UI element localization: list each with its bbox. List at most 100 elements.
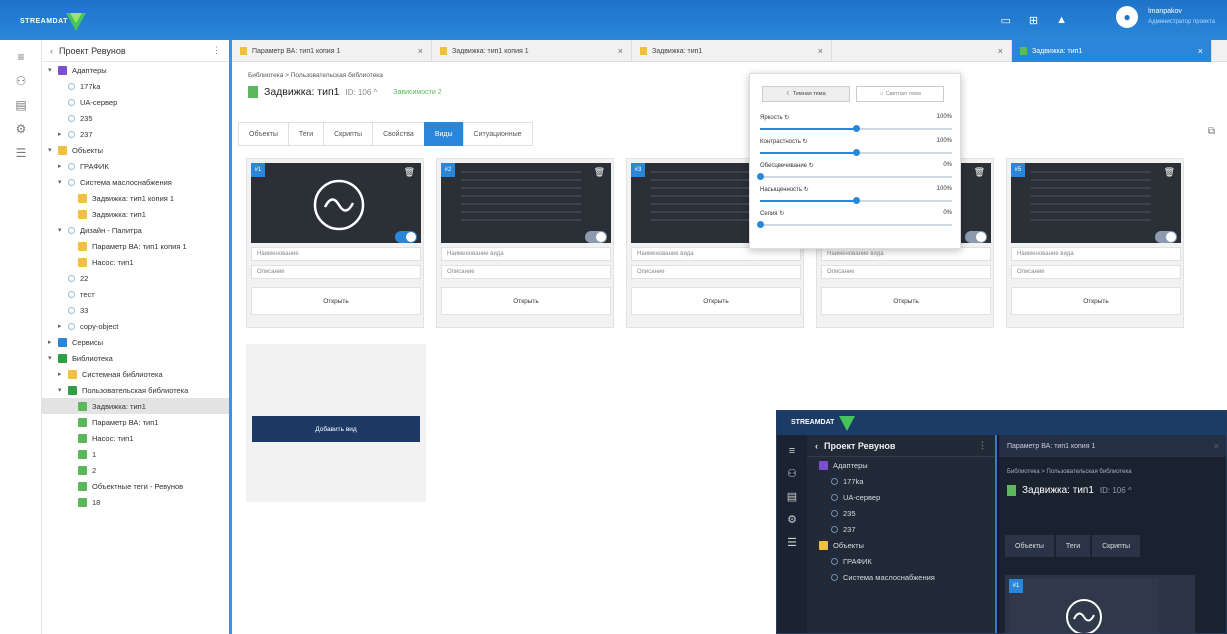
slider-knob[interactable]: [757, 173, 764, 180]
section-tab[interactable]: Скрипты: [323, 122, 373, 146]
dark-section-tab[interactable]: Скрипты: [1092, 535, 1141, 557]
open-view-button[interactable]: Открыть: [441, 287, 611, 315]
reset-icon[interactable]: ↻: [809, 163, 814, 169]
dark-tree-node[interactable]: 237: [807, 521, 995, 537]
expand-arrow-icon[interactable]: ▾: [48, 146, 58, 154]
object-id[interactable]: ID: 106 ^: [345, 88, 377, 97]
dark-section-tab[interactable]: Теги: [1055, 535, 1091, 557]
view-toggle[interactable]: [585, 231, 607, 243]
trash-icon[interactable]: 🗑: [1164, 167, 1175, 178]
menu-icon[interactable]: ≡: [0, 50, 42, 64]
tree-node[interactable]: ▾ Библиотека: [42, 350, 229, 366]
tree-node[interactable]: 33: [42, 302, 229, 318]
section-tab[interactable]: Виды: [423, 122, 463, 146]
slider-knob[interactable]: [853, 149, 860, 156]
tree-node[interactable]: ▾ Пользовательская библиотека: [42, 382, 229, 398]
tree-node[interactable]: ▾ Объекты: [42, 142, 229, 158]
open-view-button[interactable]: Открыть: [251, 287, 421, 315]
expand-arrow-icon[interactable]: ▸: [58, 322, 68, 330]
view-name-field[interactable]: Наименование вида: [821, 247, 991, 261]
tree-node[interactable]: ▾ Адаптеры: [42, 62, 229, 78]
view-name-field[interactable]: Наименование вида: [1011, 247, 1181, 261]
tree-node[interactable]: 177ka: [42, 78, 229, 94]
filter-slider[interactable]: Обесцвечивание ↻ 0%: [757, 162, 952, 186]
reset-icon[interactable]: ↻: [779, 211, 784, 217]
tree-node[interactable]: 2: [42, 462, 229, 478]
tree-node[interactable]: ▸ copy-object: [42, 318, 229, 334]
filter-slider[interactable]: Контрастность ↻ 100%: [760, 138, 952, 162]
tab[interactable]: ×: [832, 40, 1012, 62]
view-preview[interactable]: #1 🗑: [251, 163, 421, 243]
monitor-icon[interactable]: ▭: [1000, 14, 1010, 27]
dark-tree-node[interactable]: 177ka: [807, 473, 995, 489]
trash-icon[interactable]: 🗑: [974, 167, 985, 178]
dark-view-preview[interactable]: #1: [1009, 579, 1159, 633]
tree-node[interactable]: Задвижка: тип1: [42, 398, 229, 414]
dark-tab[interactable]: Параметр ВА: тип1 копия 1 ×: [999, 435, 1226, 457]
tree-node[interactable]: Задвижка: тип1: [42, 206, 229, 222]
dark-back-icon[interactable]: ‹: [815, 441, 818, 451]
slider-knob[interactable]: [757, 221, 764, 228]
slider-track[interactable]: [757, 221, 952, 228]
dark-gear-icon[interactable]: ⚙: [777, 513, 807, 526]
view-toggle[interactable]: [395, 231, 417, 243]
dependencies-link[interactable]: Зависимости 2: [393, 89, 441, 96]
dark-breadcrumb[interactable]: Библиотека > Пользовательская библиотека: [1007, 469, 1132, 475]
dark-tree-node[interactable]: 235: [807, 505, 995, 521]
tab[interactable]: Параметр ВА: тип1 копия 1 ×: [232, 40, 432, 62]
reset-icon[interactable]: ↻: [803, 139, 808, 145]
tab[interactable]: Задвижка: тип1 копия 1 ×: [432, 40, 632, 62]
tree-node[interactable]: ▸ 237: [42, 126, 229, 142]
dark-tree-node[interactable]: UA-сервер: [807, 489, 995, 505]
open-view-button[interactable]: Открыть: [821, 287, 991, 315]
view-name-field[interactable]: Наименование вида: [441, 247, 611, 261]
dark-tree-node[interactable]: Адаптеры: [807, 457, 995, 473]
expand-arrow-icon[interactable]: ▾: [58, 386, 68, 394]
tab-close-icon[interactable]: ×: [818, 46, 823, 56]
tree-node[interactable]: UA-сервер: [42, 94, 229, 110]
tab-close-icon[interactable]: ×: [618, 46, 623, 56]
tab[interactable]: Задвижка: тип1 ×: [632, 40, 832, 62]
light-theme-button[interactable]: ☼ Светлая тема: [856, 86, 944, 102]
slider-track[interactable]: [760, 149, 952, 156]
view-description-field[interactable]: Описание: [821, 265, 991, 279]
slider-knob[interactable]: [853, 125, 860, 132]
slider-knob[interactable]: [853, 197, 860, 204]
tab-close-icon[interactable]: ×: [1198, 46, 1203, 56]
tree-node[interactable]: ▾ Дизайн - Палитра: [42, 222, 229, 238]
expand-arrow-icon[interactable]: ▾: [58, 178, 68, 186]
expand-arrow-icon[interactable]: ▸: [48, 338, 58, 346]
hierarchy-icon[interactable]: ⚇: [0, 74, 42, 88]
tree-node[interactable]: Насос: тип1: [42, 254, 229, 270]
expand-arrow-icon[interactable]: ▸: [58, 370, 68, 378]
slider-track[interactable]: [760, 125, 952, 132]
dark-theme-button[interactable]: ☾ Темная тема: [762, 86, 850, 102]
reset-icon[interactable]: ↻: [804, 187, 809, 193]
tree-node[interactable]: Параметр ВА: тип1 копия 1: [42, 238, 229, 254]
dark-tree-node[interactable]: ГРАФИК: [807, 553, 995, 569]
dark-tab-close-icon[interactable]: ×: [1214, 441, 1219, 451]
tree-node[interactable]: ▸ ГРАФИК: [42, 158, 229, 174]
tree-node[interactable]: 235: [42, 110, 229, 126]
open-view-button[interactable]: Открыть: [1011, 287, 1181, 315]
tree-node[interactable]: Задвижка: тип1 копия 1: [42, 190, 229, 206]
view-description-field[interactable]: Описание: [1011, 265, 1181, 279]
user-menu[interactable]: ● lmanpakov Администратор проекта: [1116, 6, 1215, 28]
view-toggle[interactable]: [965, 231, 987, 243]
trash-icon[interactable]: 🗑: [594, 167, 605, 178]
add-view-button[interactable]: Добавить вид: [252, 416, 420, 442]
dark-tree-node[interactable]: Объекты: [807, 537, 995, 553]
tree-node[interactable]: Объектные теги - Ревунов: [42, 478, 229, 494]
logo[interactable]: STREAMDAT: [14, 11, 104, 31]
view-description-field[interactable]: Описание: [251, 265, 421, 279]
expand-arrow-icon[interactable]: ▾: [48, 66, 58, 74]
back-icon[interactable]: ‹: [50, 46, 53, 56]
gear-icon[interactable]: ⚙: [0, 122, 42, 136]
view-toggle[interactable]: [1155, 231, 1177, 243]
section-tab[interactable]: Свойства: [372, 122, 424, 146]
filter-slider[interactable]: Насыщенность ↻ 100%: [760, 186, 952, 210]
tab-close-icon[interactable]: ×: [998, 46, 1003, 56]
breadcrumb[interactable]: Библиотека > Пользовательская библиотека: [248, 72, 383, 79]
tree-node[interactable]: тест: [42, 286, 229, 302]
trash-icon[interactable]: 🗑: [404, 167, 415, 178]
